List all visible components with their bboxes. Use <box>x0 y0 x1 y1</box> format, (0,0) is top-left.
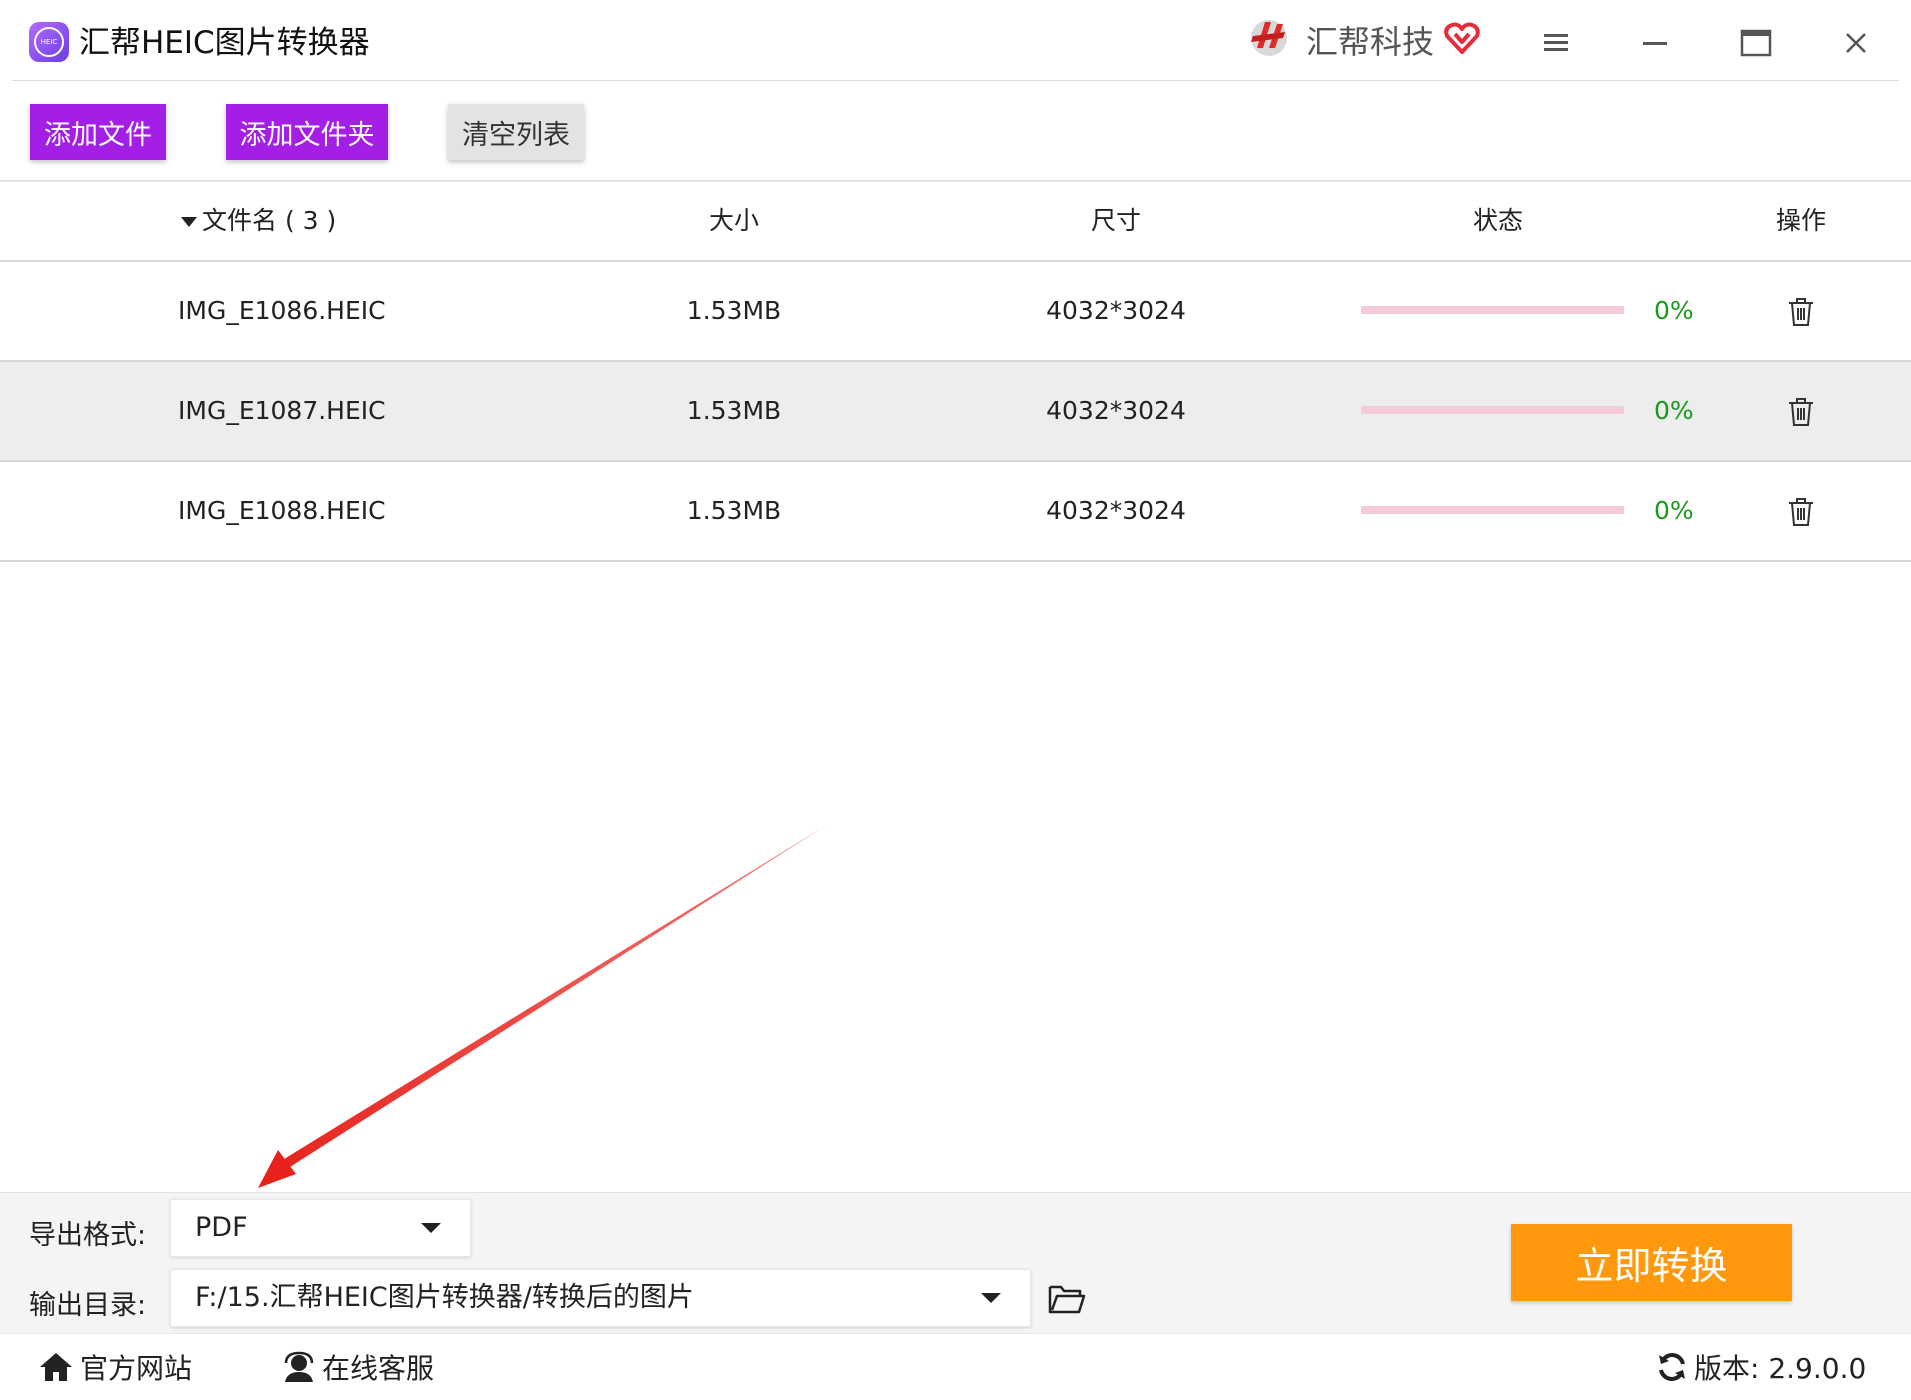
support-link[interactable]: 在线客服 <box>282 1334 434 1400</box>
row-size: 1.53MB <box>686 296 782 325</box>
home-icon <box>40 1353 72 1381</box>
header-filename[interactable]: 文件名 ( 3 ) <box>180 182 380 260</box>
delete-icon[interactable] <box>1787 497 1815 527</box>
refresh-icon <box>1659 1353 1685 1381</box>
row-dimensions: 4032*3024 <box>1046 396 1186 425</box>
format-value: PDF <box>195 1212 248 1243</box>
table-row[interactable]: IMG_E1087.HEIC 1.53MB 4032*3024 0% <box>0 362 1911 462</box>
row-dimensions: 4032*3024 <box>1046 496 1186 525</box>
header-filename-label: 文件名 ( 3 ) <box>202 206 337 235</box>
format-label: 导出格式: <box>29 1220 147 1251</box>
version-info[interactable]: 版本: 2.9.0.0 <box>1656 1334 1866 1400</box>
app-title: 汇帮HEIC图片转换器 <box>79 25 370 61</box>
header-status: 状态 <box>1472 206 1523 235</box>
delete-icon[interactable] <box>1787 297 1815 327</box>
format-select[interactable]: PDF <box>170 1199 471 1257</box>
output-dir-value: F:/15.汇帮HEIC图片转换器/转换后的图片 <box>195 1282 694 1313</box>
table-header: 文件名 ( 3 ) 大小 尺寸 状态 操作 <box>0 182 1911 262</box>
title-bar: HEIC 汇帮HEIC图片转换器 汇帮科技 <box>0 0 1911 82</box>
progress-percent: 0% <box>1654 396 1694 425</box>
app-window: HEIC 汇帮HEIC图片转换器 汇帮科技 添加文件 添加文件夹 清空列表 文件… <box>0 0 1911 1400</box>
header-action: 操作 <box>1775 206 1826 235</box>
chevron-down-icon <box>981 1293 1001 1303</box>
headset-icon <box>284 1351 314 1382</box>
hamburger-menu-icon <box>1544 34 1568 51</box>
minimize-icon <box>1643 42 1667 45</box>
maximize-button[interactable] <box>1731 18 1781 68</box>
row-filename: IMG_E1088.HEIC <box>178 496 386 525</box>
brand-logo-icon <box>1251 20 1287 56</box>
table-row[interactable]: IMG_E1088.HEIC 1.53MB 4032*3024 0% <box>0 462 1911 562</box>
clear-list-button[interactable]: 清空列表 <box>448 104 584 160</box>
website-label: 官方网站 <box>80 1352 193 1385</box>
progress-percent: 0% <box>1654 296 1694 325</box>
support-label: 在线客服 <box>322 1352 435 1385</box>
row-size: 1.53MB <box>686 496 782 525</box>
status-bar: 官方网站 在线客服 版本: 2.9.0.0 <box>0 1333 1911 1400</box>
progress-bar <box>1361 506 1624 514</box>
table-row[interactable]: IMG_E1086.HEIC 1.53MB 4032*3024 0% <box>0 262 1911 362</box>
progress-bar <box>1361 306 1624 314</box>
add-folder-button[interactable]: 添加文件夹 <box>226 104 388 160</box>
sort-desc-icon <box>181 217 197 227</box>
header-dimensions: 尺寸 <box>1090 206 1141 235</box>
progress-bar <box>1361 406 1624 414</box>
title-divider <box>12 80 1899 81</box>
progress-percent: 0% <box>1654 496 1694 525</box>
row-dimensions: 4032*3024 <box>1046 296 1186 325</box>
maximize-icon <box>1740 29 1772 57</box>
menu-button[interactable] <box>1531 18 1581 68</box>
vip-heart-icon[interactable] <box>1442 18 1482 58</box>
folder-open-icon[interactable] <box>1048 1283 1086 1315</box>
header-size: 大小 <box>708 206 759 235</box>
brand-name: 汇帮科技 <box>1306 23 1435 61</box>
app-logo-text: HEIC <box>40 38 58 46</box>
toolbar: 添加文件 添加文件夹 清空列表 <box>0 82 1911 182</box>
version-label: 版本: 2.9.0.0 <box>1694 1352 1867 1385</box>
row-filename: IMG_E1086.HEIC <box>178 296 386 325</box>
website-link[interactable]: 官方网站 <box>38 1334 192 1400</box>
output-dir-select[interactable]: F:/15.汇帮HEIC图片转换器/转换后的图片 <box>170 1269 1031 1327</box>
row-filename: IMG_E1087.HEIC <box>178 396 386 425</box>
app-logo-icon: HEIC <box>29 22 69 62</box>
add-file-button[interactable]: 添加文件 <box>30 104 166 160</box>
close-button[interactable] <box>1831 18 1881 68</box>
convert-now-button[interactable]: 立即转换 <box>1511 1224 1792 1301</box>
close-icon <box>1846 33 1866 53</box>
minimize-button[interactable] <box>1630 18 1680 68</box>
delete-icon[interactable] <box>1787 397 1815 427</box>
dir-label: 输出目录: <box>29 1290 147 1321</box>
row-size: 1.53MB <box>686 396 782 425</box>
chevron-down-icon <box>421 1223 441 1233</box>
